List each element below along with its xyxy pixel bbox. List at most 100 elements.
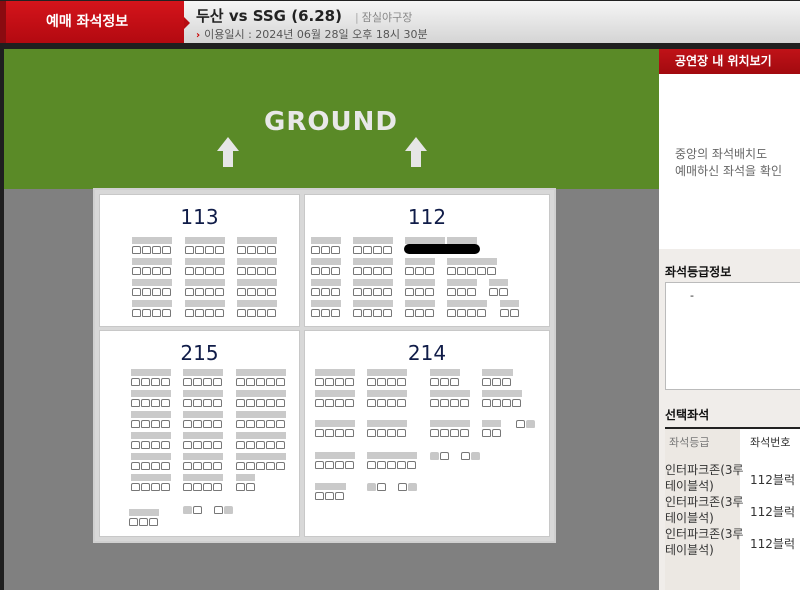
seat[interactable]	[267, 309, 276, 317]
seat[interactable]	[387, 461, 396, 469]
seat[interactable]	[367, 399, 376, 407]
seat[interactable]	[397, 461, 406, 469]
seat[interactable]	[183, 399, 192, 407]
seat[interactable]	[161, 420, 170, 428]
seat[interactable]	[325, 378, 334, 386]
seat[interactable]	[213, 399, 222, 407]
seat[interactable]	[213, 483, 222, 491]
seat[interactable]	[151, 483, 160, 491]
seat[interactable]	[321, 267, 330, 275]
seat[interactable]	[440, 452, 449, 460]
seat[interactable]	[213, 420, 222, 428]
seat[interactable]	[353, 288, 362, 296]
seat[interactable]	[492, 429, 501, 437]
seat[interactable]	[325, 429, 334, 437]
seat[interactable]	[331, 246, 340, 254]
seat[interactable]	[195, 246, 204, 254]
seat[interactable]	[203, 441, 212, 449]
seat[interactable]	[500, 309, 509, 317]
seat[interactable]	[193, 420, 202, 428]
seat[interactable]	[131, 462, 140, 470]
seat[interactable]	[247, 267, 256, 275]
seat[interactable]	[195, 309, 204, 317]
seat[interactable]	[246, 441, 255, 449]
block-112[interactable]: 112	[304, 194, 550, 327]
seat[interactable]	[492, 399, 501, 407]
seat[interactable]	[256, 420, 265, 428]
seat[interactable]	[407, 461, 416, 469]
seat[interactable]	[141, 483, 150, 491]
seat[interactable]	[450, 399, 459, 407]
seat[interactable]	[387, 378, 396, 386]
seat[interactable]	[335, 492, 344, 500]
seat[interactable]	[236, 483, 245, 491]
seat[interactable]	[335, 429, 344, 437]
seat[interactable]	[161, 441, 170, 449]
seat[interactable]	[236, 462, 245, 470]
seat[interactable]	[482, 429, 491, 437]
seat[interactable]	[430, 399, 439, 407]
tab-seat-info[interactable]: 예매 좌석정보	[0, 1, 190, 44]
seat[interactable]	[267, 288, 276, 296]
seat[interactable]	[311, 309, 320, 317]
seat[interactable]	[151, 441, 160, 449]
seat[interactable]	[203, 462, 212, 470]
seat[interactable]	[266, 378, 275, 386]
seat[interactable]	[499, 288, 508, 296]
seat[interactable]	[510, 309, 519, 317]
seat[interactable]	[460, 399, 469, 407]
seat[interactable]	[141, 378, 150, 386]
seat[interactable]	[246, 462, 255, 470]
seat[interactable]	[131, 399, 140, 407]
seat[interactable]	[185, 267, 194, 275]
seat[interactable]	[132, 288, 141, 296]
seat[interactable]	[335, 378, 344, 386]
seat[interactable]	[142, 246, 151, 254]
block-214[interactable]: 214	[304, 330, 550, 537]
seat[interactable]	[266, 462, 275, 470]
seat[interactable]	[205, 288, 214, 296]
seat[interactable]	[132, 309, 141, 317]
seat[interactable]	[246, 420, 255, 428]
seat[interactable]	[477, 267, 486, 275]
seat[interactable]	[213, 441, 222, 449]
seat[interactable]	[345, 399, 354, 407]
seat[interactable]	[141, 441, 150, 449]
seat[interactable]	[397, 378, 406, 386]
seat[interactable]	[363, 309, 372, 317]
seat[interactable]	[132, 267, 141, 275]
seat[interactable]	[315, 429, 324, 437]
seat[interactable]	[151, 399, 160, 407]
seat[interactable]	[247, 246, 256, 254]
seat[interactable]	[373, 267, 382, 275]
seat[interactable]	[460, 429, 469, 437]
seat[interactable]	[447, 288, 456, 296]
seat[interactable]	[353, 267, 362, 275]
seat[interactable]	[331, 267, 340, 275]
seat[interactable]	[193, 441, 202, 449]
seat[interactable]	[492, 378, 501, 386]
seat[interactable]	[315, 378, 324, 386]
seat[interactable]	[397, 399, 406, 407]
seat[interactable]	[257, 309, 266, 317]
seat[interactable]	[162, 246, 171, 254]
seat[interactable]	[161, 378, 170, 386]
seat[interactable]	[482, 399, 491, 407]
seat[interactable]	[141, 420, 150, 428]
seat[interactable]	[331, 288, 340, 296]
seat[interactable]	[467, 267, 476, 275]
seat[interactable]	[457, 267, 466, 275]
seat[interactable]	[387, 399, 396, 407]
seat[interactable]	[467, 288, 476, 296]
seat[interactable]	[161, 462, 170, 470]
seat[interactable]	[489, 288, 498, 296]
seat[interactable]	[440, 378, 449, 386]
seat[interactable]	[425, 288, 434, 296]
seat[interactable]	[236, 378, 245, 386]
seat[interactable]	[311, 288, 320, 296]
seat[interactable]	[425, 309, 434, 317]
seat[interactable]	[193, 483, 202, 491]
seat[interactable]	[383, 267, 392, 275]
seat[interactable]	[132, 246, 141, 254]
seat[interactable]	[487, 267, 496, 275]
